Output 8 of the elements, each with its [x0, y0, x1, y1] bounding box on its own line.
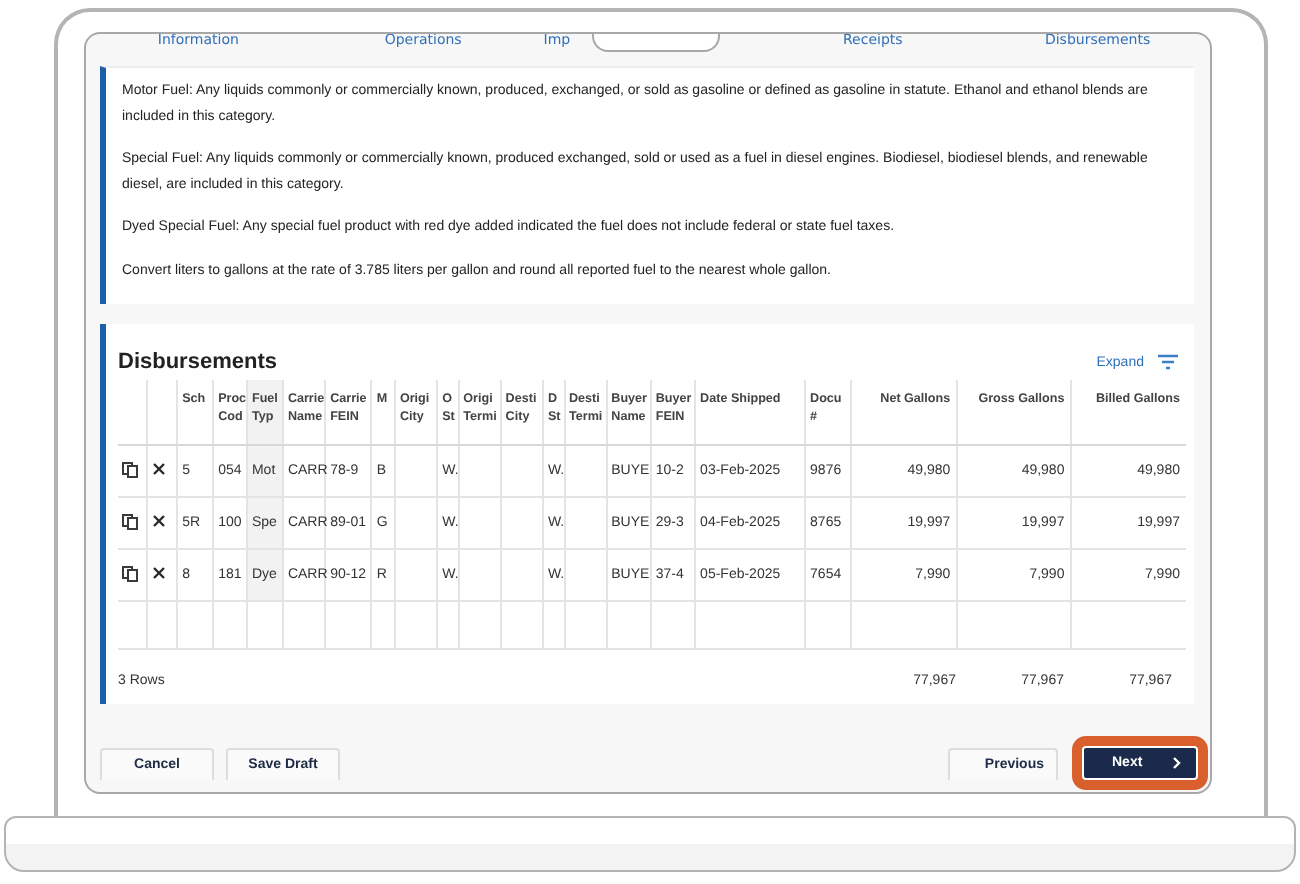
- delete-icon[interactable]: [152, 514, 167, 528]
- section-title: Disbursements: [118, 350, 277, 374]
- delete-icon[interactable]: [152, 462, 167, 476]
- copy-icon[interactable]: [122, 461, 138, 477]
- delete-icon[interactable]: [152, 566, 167, 580]
- filter-icon[interactable]: [1158, 354, 1178, 370]
- copy-icon[interactable]: [122, 565, 138, 581]
- copy-icon[interactable]: [122, 513, 138, 529]
